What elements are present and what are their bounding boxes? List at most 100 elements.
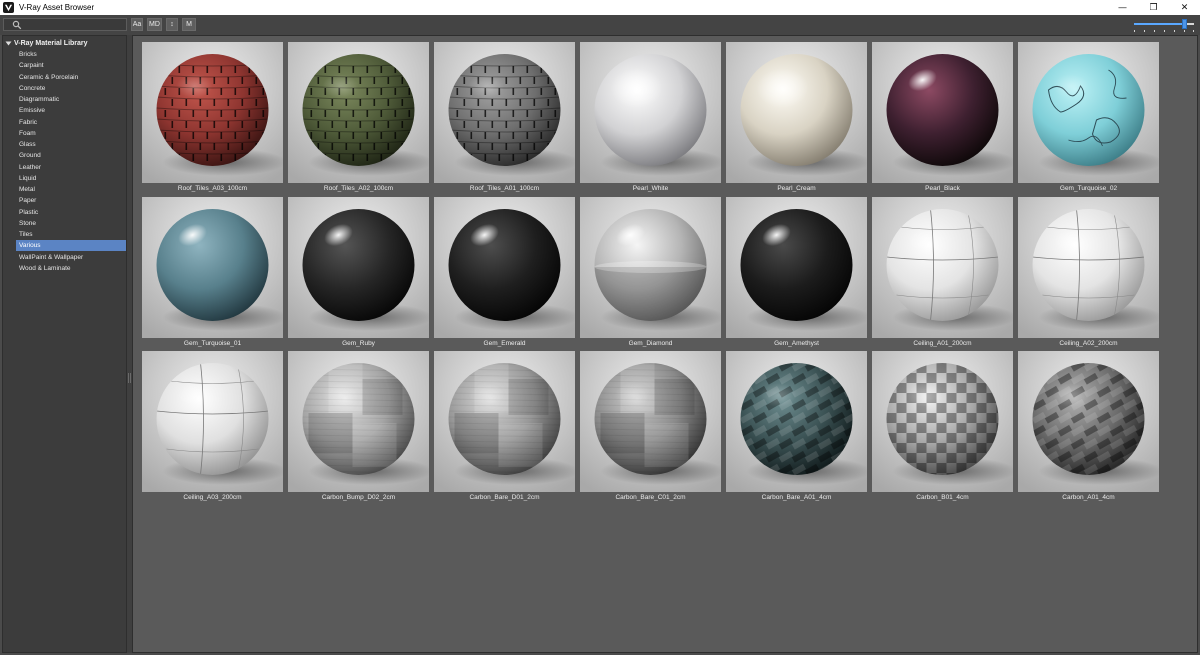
material-thumbnail[interactable]: [434, 196, 575, 338]
material-thumbnail[interactable]: [288, 42, 429, 183]
material-thumbnail[interactable]: [288, 351, 429, 492]
slider-handle[interactable]: [1182, 19, 1187, 29]
sidebar-item[interactable]: WallPaint & Wallpaper: [16, 252, 126, 263]
title-bar: V-Ray Asset Browser — ❐ ✕: [0, 0, 1200, 15]
restore-button[interactable]: ❐: [1138, 0, 1169, 15]
material-card[interactable]: Carbon_Bare_C01_2cm: [580, 351, 721, 506]
material-thumbnail[interactable]: [580, 351, 721, 492]
sidebar-item[interactable]: Tiles: [16, 229, 126, 240]
sort-button[interactable]: ↕: [166, 18, 178, 31]
window-controls: — ❐ ✕: [1107, 0, 1200, 15]
material-card[interactable]: Carbon_A01_4cm: [1018, 351, 1159, 506]
material-card[interactable]: Gem_Turquoise_01: [142, 196, 283, 352]
material-thumbnail[interactable]: [288, 196, 429, 338]
material-card[interactable]: Pearl_White: [580, 42, 721, 197]
material-preview-image: [1018, 351, 1159, 492]
material-card[interactable]: Carbon_Bare_D01_2cm: [434, 351, 575, 506]
material-thumbnail[interactable]: [726, 196, 867, 338]
material-name: Roof_Tiles_A01_100cm: [469, 185, 540, 192]
asset-browser-window: V-Ray Asset Browser — ❐ ✕ Aa MD ↕ M V-Ra…: [0, 0, 1200, 655]
material-name: Roof_Tiles_A03_100cm: [177, 185, 248, 192]
material-card[interactable]: Ceiling_A02_200cm: [1018, 196, 1159, 352]
material-thumbnail[interactable]: [580, 196, 721, 338]
material-thumbnail[interactable]: [142, 351, 283, 492]
material-preview-image: [872, 351, 1013, 492]
material-thumbnail[interactable]: [142, 42, 283, 183]
thumbnail-size-slider[interactable]: [1134, 19, 1194, 33]
material-name: Carbon_Bump_D02_2cm: [321, 494, 396, 501]
material-thumbnail[interactable]: [434, 42, 575, 183]
sidebar-item[interactable]: Wood & Laminate: [16, 263, 126, 274]
sidebar-item[interactable]: Various: [16, 240, 126, 252]
sidebar-item[interactable]: Plastic: [16, 207, 126, 218]
material-thumbnail[interactable]: [726, 351, 867, 492]
sidebar-item[interactable]: Ground: [16, 150, 126, 161]
material-preview-image: [434, 42, 575, 183]
material-card[interactable]: Pearl_Black: [872, 42, 1013, 197]
material-card[interactable]: Gem_Ruby: [288, 196, 429, 352]
material-preview-image: [142, 42, 283, 183]
material-preview-image: [580, 351, 721, 492]
material-preview-image: [142, 351, 283, 492]
sidebar-item[interactable]: Concrete: [16, 83, 126, 94]
material-thumbnail[interactable]: [872, 42, 1013, 183]
material-preview-image: [726, 351, 867, 492]
material-preview-image: [726, 42, 867, 183]
close-button[interactable]: ✕: [1169, 0, 1200, 15]
sidebar-item[interactable]: Ceramic & Porcelain: [16, 72, 126, 83]
splitter-grip-icon[interactable]: [128, 373, 131, 383]
material-card[interactable]: Ceiling_A03_200cm: [142, 351, 283, 506]
sidebar-item[interactable]: Fabric: [16, 117, 126, 128]
material-card[interactable]: Gem_Diamond: [580, 196, 721, 352]
slider-ticks: [1134, 30, 1194, 32]
material-card[interactable]: Ceiling_A01_200cm: [872, 196, 1013, 352]
material-card[interactable]: Roof_Tiles_A03_100cm: [142, 42, 283, 197]
material-name: Gem_Amethyst: [774, 339, 819, 347]
sidebar-item[interactable]: Emissive: [16, 105, 126, 116]
material-preview-image: [726, 196, 867, 338]
material-card[interactable]: Gem_Amethyst: [726, 196, 867, 352]
material-thumbnail[interactable]: [580, 42, 721, 183]
material-thumbnail[interactable]: [1018, 351, 1159, 492]
sidebar-item[interactable]: Paper: [16, 195, 126, 206]
material-card[interactable]: Gem_Turquoise_02: [1018, 42, 1159, 197]
m-filter-button[interactable]: M: [182, 18, 196, 31]
material-card[interactable]: Carbon_B01_4cm: [872, 351, 1013, 506]
material-preview-image: [288, 42, 429, 183]
sidebar-item[interactable]: Bricks: [16, 49, 126, 60]
material-card[interactable]: Pearl_Cream: [726, 42, 867, 197]
sidebar-item[interactable]: Metal: [16, 184, 126, 195]
material-preview-image: [580, 42, 721, 183]
sidebar-item[interactable]: Glass: [16, 139, 126, 150]
tree-root-library[interactable]: V-Ray Material Library: [5, 38, 88, 48]
material-name: Ceiling_A02_200cm: [1059, 339, 1118, 347]
expand-arrow-icon[interactable]: [5, 40, 12, 47]
material-card[interactable]: Gem_Emerald: [434, 196, 575, 352]
match-case-button[interactable]: Aa: [131, 18, 143, 31]
material-card[interactable]: Carbon_Bump_D02_2cm: [288, 351, 429, 506]
material-thumbnail[interactable]: [726, 42, 867, 183]
material-preview-image: [872, 42, 1013, 183]
sidebar-item[interactable]: Foam: [16, 128, 126, 139]
material-thumbnail[interactable]: [142, 196, 283, 338]
sidebar-item[interactable]: Liquid: [16, 173, 126, 184]
sidebar-item[interactable]: Carpaint: [16, 60, 126, 71]
material-card[interactable]: Carbon_Bare_A01_4cm: [726, 351, 867, 506]
material-thumbnail[interactable]: [434, 351, 575, 492]
material-name: Pearl_Black: [925, 185, 960, 192]
material-name: Pearl_Cream: [777, 185, 816, 192]
material-thumbnail[interactable]: [872, 196, 1013, 338]
md-filter-button[interactable]: MD: [147, 18, 162, 31]
material-thumbnail[interactable]: [872, 351, 1013, 492]
sidebar-item[interactable]: Stone: [16, 218, 126, 229]
material-name: Ceiling_A03_200cm: [183, 494, 242, 501]
sidebar-item[interactable]: Leather: [16, 162, 126, 173]
material-card[interactable]: Roof_Tiles_A02_100cm: [288, 42, 429, 197]
material-thumbnail[interactable]: [1018, 196, 1159, 338]
minimize-button[interactable]: —: [1107, 0, 1138, 15]
material-thumbnail[interactable]: [1018, 42, 1159, 183]
window-title: V-Ray Asset Browser: [19, 3, 95, 12]
material-grid: Roof_Tiles_A03_100cm Roof_Tiles_A02_100c…: [132, 35, 1198, 653]
sidebar-item[interactable]: Diagrammatic: [16, 94, 126, 105]
material-card[interactable]: Roof_Tiles_A01_100cm: [434, 42, 575, 197]
